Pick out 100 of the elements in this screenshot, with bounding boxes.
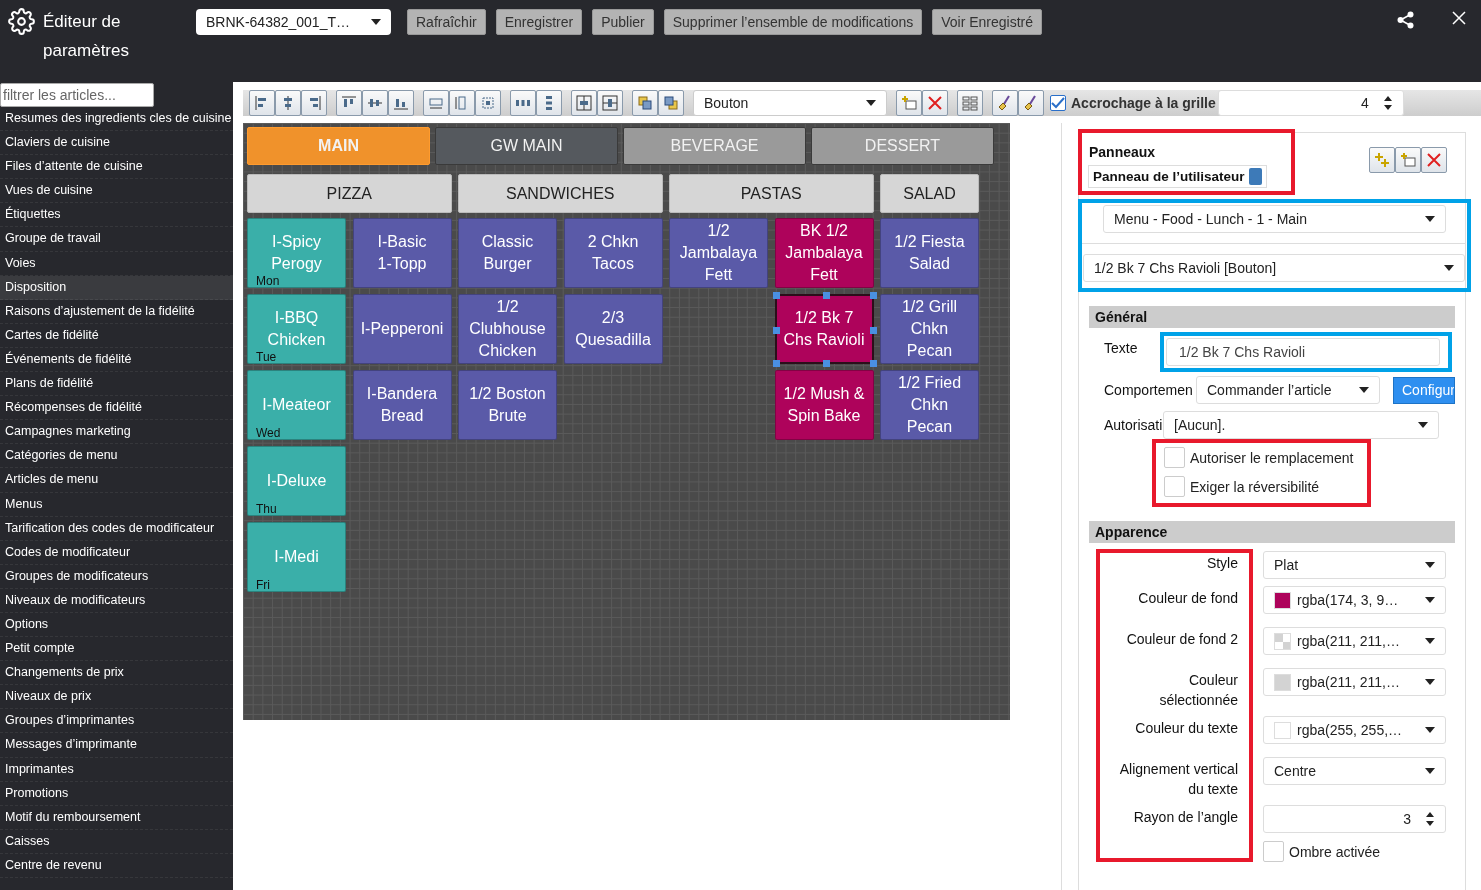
menu-item-tile[interactable]: 1/2 Bk 7 Chs Ravioli <box>774 294 874 364</box>
center-horizontal-button[interactable] <box>571 90 597 116</box>
filter-field[interactable]: filtrer les articles... <box>0 83 154 107</box>
caret-icon <box>371 19 381 25</box>
resize-handle[interactable] <box>822 292 830 299</box>
same-size-button[interactable] <box>475 90 501 116</box>
align-middle-button[interactable] <box>362 90 388 116</box>
checkbox[interactable] <box>1050 95 1066 111</box>
category-tab[interactable]: PIZZA <box>247 174 452 213</box>
align-bottom-button[interactable] <box>388 90 414 116</box>
caret-icon <box>1444 265 1454 271</box>
same-width-button[interactable] <box>423 90 449 116</box>
menu-item-tile[interactable]: 2 Chkn Tacos <box>563 218 663 288</box>
resize-handle[interactable] <box>869 360 877 367</box>
delete-button[interactable] <box>1421 147 1447 173</box>
category-tab[interactable]: PASTAS <box>669 174 874 213</box>
menu-item-tile[interactable]: 1/2 Boston Brute <box>458 370 557 440</box>
color-select[interactable]: rgba(211, 211,… <box>1263 668 1446 696</box>
color-select[interactable]: rgba(211, 211,… <box>1263 627 1446 655</box>
menu-item-tile[interactable]: 1/2 Clubhouse Chicken <box>458 294 557 364</box>
menu-item-tile[interactable]: BK 1/2 Jambalaya Fett <box>774 218 874 288</box>
day-label: Tue <box>256 350 277 364</box>
menu-item-tile[interactable]: I-Meateor Wed <box>247 370 346 440</box>
sidebar-item[interactable]: Disposition <box>0 275 233 300</box>
menu-item-tile[interactable]: 2/3 Quesadilla <box>563 294 663 364</box>
field-label: Couleur du texte <box>1134 719 1238 738</box>
caret-icon <box>1359 387 1369 393</box>
header-button[interactable]: Supprimer l’ensemble de modifications <box>663 9 923 35</box>
delete-button[interactable] <box>922 90 948 116</box>
menu-item-tile[interactable]: 1/2 Mush & Spin Bake <box>774 370 874 440</box>
menu-item-tile[interactable]: I-BBQ Chicken Tue <box>247 294 346 364</box>
menu-select[interactable]: Menu - Food - Lunch - 1 - Main <box>1103 205 1446 233</box>
menu-item-tile[interactable]: I-Deluxe Thu <box>247 446 346 516</box>
header-button[interactable]: Publier <box>592 9 654 35</box>
same-height-button[interactable] <box>449 90 475 116</box>
grid-size-field[interactable]: 4 <box>1217 90 1404 116</box>
header-button[interactable]: Rafraîchir <box>407 9 486 35</box>
add-element-button[interactable] <box>896 90 922 116</box>
grid-layout-icon <box>962 95 978 111</box>
header-button[interactable]: Voir Enregistré <box>932 9 1043 35</box>
panels-title: Panneaux <box>1088 143 1157 160</box>
text-brush-button[interactable] <box>1018 90 1044 116</box>
panel-tab[interactable]: GW MAIN <box>435 127 618 165</box>
category-tab[interactable]: SALAD <box>880 174 979 213</box>
menu-item-tile[interactable]: I-Basic 1-Topp <box>352 218 452 288</box>
category-tab[interactable]: SANDWICHES <box>458 174 663 213</box>
style-select[interactable]: Centre <box>1263 757 1446 785</box>
project-select[interactable]: BRNK-64382_001_T… <box>196 9 391 35</box>
authorization-select[interactable]: [Aucun]. <box>1163 411 1439 439</box>
menu-item-tile[interactable]: 1/2 Fried Chkn Pecan <box>880 370 979 440</box>
align-right-button[interactable] <box>301 90 327 116</box>
menu-item-tile[interactable]: I-Pepperoni <box>352 294 452 364</box>
day-label: Thu <box>256 502 277 516</box>
resize-handle[interactable] <box>869 292 877 299</box>
element-select[interactable]: 1/2 Bk 7 Chs Ravioli [Bouton] <box>1083 254 1465 282</box>
settings-icon <box>8 8 35 35</box>
menu-item-tile[interactable]: 1/2 Fiesta Salad <box>880 218 979 288</box>
add-element-button[interactable] <box>1395 147 1421 173</box>
resize-handle[interactable] <box>869 327 877 334</box>
resize-handle[interactable] <box>772 327 780 334</box>
center-vertical-button[interactable] <box>597 90 623 116</box>
add-panel-button[interactable] <box>1369 147 1395 173</box>
resize-handle[interactable] <box>772 292 780 299</box>
header-button[interactable]: Enregistrer <box>495 9 583 35</box>
text-field[interactable]: 1/2 Bk 7 Chs Ravioli <box>1166 338 1440 366</box>
menu-item-tile[interactable]: I-Medi Fri <box>247 522 346 592</box>
style-select[interactable]: Plat <box>1263 551 1446 579</box>
distribute-vertical-button[interactable] <box>536 90 562 116</box>
caret-icon <box>866 100 876 106</box>
menu-item-tile[interactable]: I-Spicy Perogy Mon <box>247 218 346 288</box>
align-top-button[interactable] <box>336 90 362 116</box>
align-center-button[interactable] <box>275 90 301 116</box>
radius-field[interactable]: 3 <box>1263 805 1446 833</box>
field-label: Couleur de fond <box>1137 589 1238 608</box>
behavior-select[interactable]: Commander l’article <box>1196 376 1380 404</box>
brush-button[interactable] <box>992 90 1018 116</box>
send-backward-button[interactable] <box>658 90 684 116</box>
delete-icon <box>1426 152 1442 168</box>
grid-layout-button[interactable] <box>957 90 983 116</box>
center-vertical-icon <box>602 95 618 111</box>
resize-handle[interactable] <box>772 360 780 367</box>
bring-forward-button[interactable] <box>632 90 658 116</box>
resize-handle[interactable] <box>822 360 830 367</box>
color-select[interactable]: rgba(174, 3, 9… <box>1263 586 1446 614</box>
align-left-button[interactable] <box>249 90 275 116</box>
checkbox-label: Accrochage à la grille <box>1071 95 1216 111</box>
menu-item-tile[interactable]: 1/2 Grill Chkn Pecan <box>880 294 979 364</box>
close-icon[interactable] <box>1452 11 1466 25</box>
color-select[interactable]: rgba(255, 255,… <box>1263 716 1446 744</box>
distribute-horizontal-button[interactable] <box>510 90 536 116</box>
menu-item-tile[interactable]: Classic Burger <box>458 218 557 288</box>
field-label: Autorisati <box>1104 417 1163 433</box>
field-label: Style <box>1205 554 1238 573</box>
spinner-icon[interactable] <box>1382 95 1393 111</box>
menu-item-tile[interactable]: I-Bandera Bread <box>352 370 452 440</box>
panel-chip[interactable]: Panneau de l’utilisateur <box>1088 165 1267 188</box>
spinner-icon[interactable] <box>1425 811 1435 827</box>
menu-item-tile[interactable]: 1/2 Jambalaya Fett <box>669 218 768 288</box>
element-type-select[interactable]: Bouton <box>693 90 887 116</box>
share-icon[interactable] <box>1397 11 1414 29</box>
